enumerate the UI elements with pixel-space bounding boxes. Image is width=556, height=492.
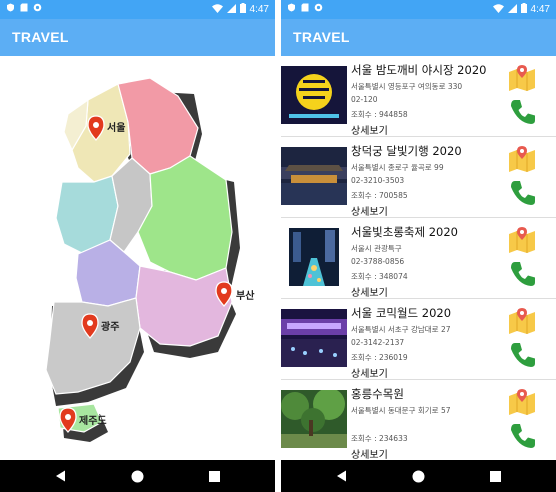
signal-icon xyxy=(226,3,236,16)
open-map-button[interactable] xyxy=(507,226,537,254)
open-map-button[interactable] xyxy=(507,145,537,173)
list-screen: 4:47 TRAVEL 서울 밤도깨비 야시장 2020 서울특별시 영등포구 … xyxy=(281,0,556,492)
event-views: 조회수 : 944858 xyxy=(351,110,408,119)
list-item[interactable]: 서울 코믹월드 2020 서울특별시 서초구 강남대로 27 02-3142-2… xyxy=(281,299,556,380)
open-map-button[interactable] xyxy=(507,388,537,416)
sd-card-icon xyxy=(301,3,309,15)
app-title: TRAVEL xyxy=(12,29,69,45)
home-button[interactable] xyxy=(410,468,426,484)
phone-icon xyxy=(511,343,535,367)
event-thumbnail xyxy=(281,309,347,367)
notification-icon xyxy=(6,3,15,15)
home-icon xyxy=(412,470,424,482)
list-item[interactable]: 창덕궁 달빛기행 2020 서울특별시 종로구 율곡로 99 02-3210-3… xyxy=(281,137,556,218)
call-button[interactable] xyxy=(509,341,537,369)
event-tel: 02-3142-2137 xyxy=(351,338,405,347)
event-address: 서울특별시 서초구 강남대로 27 xyxy=(351,325,451,334)
wifi-icon xyxy=(211,3,223,16)
status-time: 4:47 xyxy=(249,4,269,15)
event-name: 서울빛초롱축제 2020 xyxy=(351,225,458,239)
phone-icon xyxy=(511,262,535,286)
open-map-button[interactable] xyxy=(507,64,537,92)
event-tel: 02-3788-0856 xyxy=(351,257,405,266)
navigation-bar xyxy=(281,460,556,492)
back-button[interactable] xyxy=(333,468,349,484)
event-address: 서울특별시 종로구 율곡로 99 xyxy=(351,163,444,172)
battery-icon xyxy=(239,3,246,16)
detail-link[interactable]: 상세보기 xyxy=(351,284,388,299)
recent-apps-button[interactable] xyxy=(206,468,222,484)
marker-label-seoul: 서울 xyxy=(107,121,125,134)
back-button[interactable] xyxy=(52,468,68,484)
app-title: TRAVEL xyxy=(293,29,350,45)
event-views: 조회수 : 236019 xyxy=(351,353,408,362)
detail-link[interactable]: 상세보기 xyxy=(351,446,388,460)
battery-icon xyxy=(520,3,527,16)
map-icon xyxy=(509,146,535,172)
event-address: 서울특별시 영등포구 여의동로 330 xyxy=(351,82,463,91)
detail-link[interactable]: 상세보기 xyxy=(351,203,388,218)
event-name: 홍릉수목원 xyxy=(351,387,404,401)
marker-busan[interactable]: 부산 xyxy=(215,281,255,307)
korea-map: 서울 부산 광주 제주도 xyxy=(0,56,275,460)
call-button[interactable] xyxy=(509,422,537,450)
map-screen: 4:47 TRAVEL 서울 부산 광주 제주도 xyxy=(0,0,275,492)
event-thumbnail xyxy=(281,147,347,205)
marker-label-gwangju: 광주 xyxy=(101,321,119,333)
region-gyeongbuk[interactable] xyxy=(137,155,233,281)
recent-icon xyxy=(208,470,220,482)
back-icon xyxy=(55,470,65,482)
sync-icon xyxy=(314,3,323,15)
list-item[interactable]: 서울 밤도깨비 야시장 2020 서울특별시 영등포구 여의동로 330 02-… xyxy=(281,56,556,137)
open-map-button[interactable] xyxy=(507,307,537,335)
map-icon xyxy=(509,389,535,415)
event-views: 조회수 : 348074 xyxy=(351,272,408,281)
event-tel: 02-3210-3503 xyxy=(351,176,405,185)
event-thumbnail xyxy=(281,66,347,124)
phone-icon xyxy=(511,424,535,448)
event-name: 서울 밤도깨비 야시장 2020 xyxy=(351,63,487,77)
event-name: 창덕궁 달빛기행 2020 xyxy=(351,144,462,158)
phone-icon xyxy=(511,100,535,124)
app-bar: TRAVEL xyxy=(0,19,275,56)
map-icon xyxy=(509,227,535,253)
signal-icon xyxy=(507,3,517,16)
home-button[interactable] xyxy=(129,468,145,484)
event-tel: 02-120 xyxy=(351,95,378,104)
home-icon xyxy=(131,470,143,482)
event-views: 조회수 : 700585 xyxy=(351,191,408,200)
map-icon xyxy=(509,308,535,334)
detail-link[interactable]: 상세보기 xyxy=(351,365,388,380)
phone-icon xyxy=(511,181,535,205)
list-item[interactable]: 서울빛초롱축제 2020 서울시 관광특구 02-3788-0856 조회수 :… xyxy=(281,218,556,299)
event-thumbnail xyxy=(281,390,347,448)
marker-label-busan: 부산 xyxy=(236,289,255,302)
notification-icon xyxy=(287,3,296,15)
call-button[interactable] xyxy=(509,179,537,207)
event-address: 서울시 관광특구 xyxy=(351,244,402,253)
call-button[interactable] xyxy=(509,260,537,288)
wifi-icon xyxy=(492,3,504,16)
status-time: 4:47 xyxy=(530,4,550,15)
back-icon xyxy=(336,470,346,482)
sd-card-icon xyxy=(20,3,28,15)
event-list[interactable]: 서울 밤도깨비 야시장 2020 서울특별시 영등포구 여의동로 330 02-… xyxy=(281,56,556,460)
event-views: 조회수 : 234633 xyxy=(351,434,408,443)
app-bar: TRAVEL xyxy=(281,19,556,56)
sync-icon xyxy=(33,3,42,15)
marker-label-jeju: 제주도 xyxy=(79,414,107,427)
status-bar: 4:47 xyxy=(281,0,556,19)
list-item[interactable]: 홍릉수목원 서울특별시 동대문구 회기로 57 조회수 : 234633 상세보… xyxy=(281,380,556,460)
call-button[interactable] xyxy=(509,98,537,126)
recent-icon xyxy=(489,470,501,482)
event-name: 서울 코믹월드 2020 xyxy=(351,306,452,320)
region-gyeongnam[interactable] xyxy=(135,265,233,347)
map-icon xyxy=(509,65,535,91)
recent-apps-button[interactable] xyxy=(487,468,503,484)
event-address: 서울특별시 동대문구 회기로 57 xyxy=(351,406,451,415)
navigation-bar xyxy=(0,460,275,492)
event-thumbnail xyxy=(289,228,339,286)
status-bar: 4:47 xyxy=(0,0,275,19)
detail-link[interactable]: 상세보기 xyxy=(351,122,388,137)
